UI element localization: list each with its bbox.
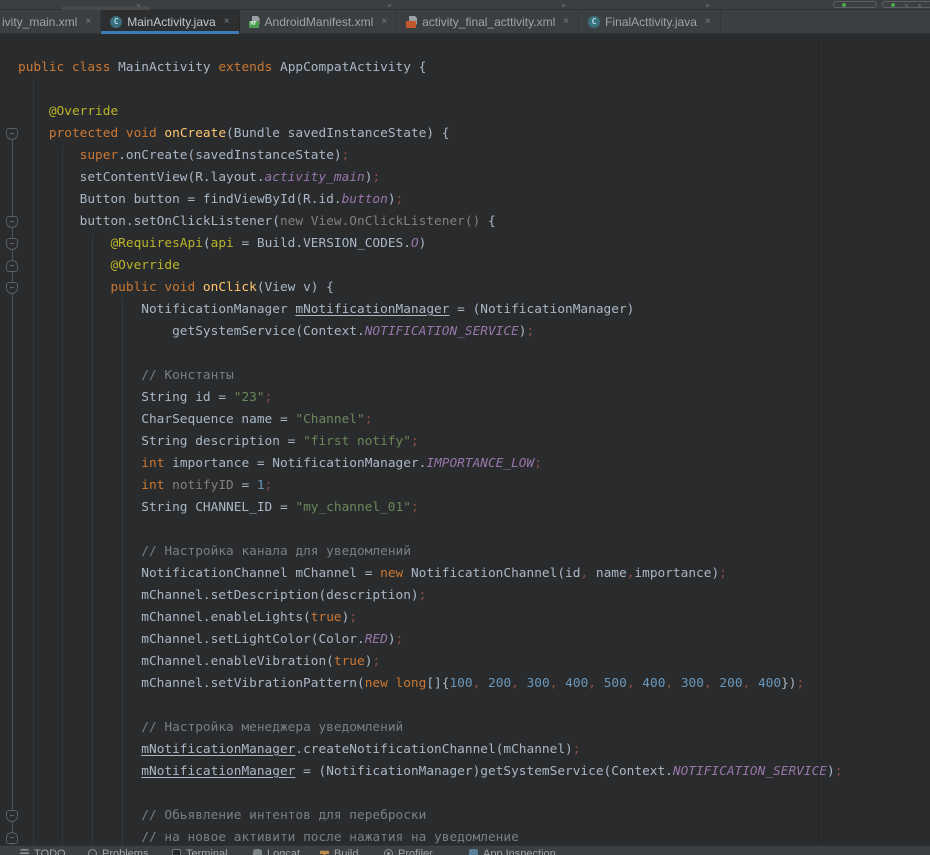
code-line: super.onCreate(savedInstanceState); (0, 145, 842, 167)
code-line: mChannel.enableLights(true); (0, 607, 842, 629)
java-class-icon: C (588, 16, 600, 28)
code-line: mChannel.setLightColor(Color.RED); (0, 629, 842, 651)
tool-window-label: Build (334, 848, 358, 855)
code-line (0, 519, 842, 541)
close-icon[interactable]: × (381, 16, 387, 27)
editor-tab-bar: ivity_main.xml × C MainActivity.java × MF Andr… (0, 10, 930, 34)
code-line: mChannel.setDescription(description); (0, 585, 842, 607)
tool-window-label: Profiler (398, 848, 433, 855)
problems-icon (88, 849, 97, 855)
tool-window-button-profiler[interactable]: Profiler (384, 848, 433, 855)
code-line: @Override (0, 255, 842, 277)
tool-window-button-problems[interactable]: Problems (88, 848, 148, 855)
tab-finalacttivity-java[interactable]: C FinalActtivity.java × (579, 10, 721, 33)
fold-marker-icon[interactable]: – (6, 216, 18, 228)
close-icon[interactable]: × (224, 16, 230, 27)
tab-mainactivity-java[interactable]: C MainActivity.java × (101, 10, 239, 33)
top-toolbar-strip (0, 0, 930, 10)
tool-window-button-logcat[interactable]: Logcat (253, 848, 300, 855)
toolbar-dot (706, 4, 709, 7)
terminal-icon (172, 849, 181, 855)
toolbar-dot (137, 4, 140, 7)
code-line: NotificationChannel mChannel = new Notif… (0, 563, 842, 585)
tool-window-label: TODO (34, 848, 66, 855)
toolbar-dot (918, 4, 921, 7)
code-line: public void onClick(View v) { (0, 277, 842, 299)
app-inspection-icon (469, 849, 478, 855)
code-line: public class MainActivity extends AppCom… (0, 57, 842, 79)
fold-marker-icon[interactable]: – (6, 832, 18, 844)
code-line (0, 343, 842, 365)
code-text: public class MainActivity extends AppCom… (0, 57, 842, 845)
code-line (0, 695, 842, 717)
toolbar-dot (388, 4, 391, 7)
java-class-icon: C (110, 16, 122, 28)
code-line: int importance = NotificationManager.IMP… (0, 453, 842, 475)
code-line: // Настройка канала для уведомлений (0, 541, 842, 563)
profiler-icon (384, 849, 393, 855)
tool-window-label: Terminal (186, 848, 228, 855)
code-line: mNotificationManager.createNotificationC… (0, 739, 842, 761)
toolbar-dot (562, 4, 565, 7)
code-line (0, 79, 842, 101)
fold-marker-icon[interactable]: – (6, 282, 18, 294)
code-line: Button button = findViewById(R.id.button… (0, 189, 842, 211)
fold-marker-icon[interactable]: – (6, 260, 18, 272)
tool-window-button-todo[interactable]: TODO (20, 848, 66, 855)
code-editor[interactable]: – – – – – – – public class MainActivity extend… (0, 34, 930, 845)
tab-activity-final-acttivity-xml[interactable]: activity_final_acttivity.xml × (397, 10, 579, 33)
code-line: // Константы (0, 365, 842, 387)
tool-window-label: App Inspection (483, 848, 556, 855)
fold-marker-icon[interactable]: – (6, 238, 18, 250)
tab-label: activity_final_acttivity.xml (422, 15, 555, 29)
code-line (0, 783, 842, 805)
tool-window-button-app-inspection[interactable]: App Inspection (469, 848, 556, 855)
run-status-icon (891, 3, 895, 7)
code-line: CharSequence name = "Channel"; (0, 409, 842, 431)
tab-label: AndroidManifest.xml (265, 15, 374, 29)
code-line: setContentView(R.layout.activity_main); (0, 167, 842, 189)
close-icon[interactable]: × (563, 16, 569, 27)
tab-label: FinalActtivity.java (605, 15, 697, 29)
fold-marker-icon[interactable]: – (6, 810, 18, 822)
tool-window-button-terminal[interactable]: Terminal (172, 848, 228, 855)
run-icon (842, 3, 846, 7)
tool-window-button-build[interactable]: Build (320, 848, 358, 855)
tool-window-bar: TODO Problems Terminal Logcat Build Profiler A… (0, 845, 930, 855)
tab-label: ivity_main.xml (2, 15, 77, 29)
fold-marker-icon[interactable]: – (6, 128, 18, 140)
tab-label: MainActivity.java (127, 15, 215, 29)
code-line: String description = "first notify"; (0, 431, 842, 453)
toolbar-dot (905, 4, 908, 7)
code-line: @Override (0, 101, 842, 123)
code-line: mChannel.enableVibration(true); (0, 651, 842, 673)
code-line: // на новое активити после нажатия на ув… (0, 827, 842, 845)
tool-window-label: Logcat (267, 848, 300, 855)
manifest-icon: MF (249, 16, 260, 28)
code-line: button.setOnClickListener(new View.OnCli… (0, 211, 842, 233)
code-line: NotificationManager mNotificationManager… (0, 299, 842, 321)
tab-ivity-main-xml[interactable]: ivity_main.xml × (0, 10, 101, 33)
code-line: mNotificationManager = (NotificationMana… (0, 761, 842, 783)
code-line: // Настройка менеджера уведомлений (0, 717, 842, 739)
logcat-icon (253, 849, 262, 855)
code-line: getSystemService(Context.NOTIFICATION_SE… (0, 321, 842, 343)
code-line: int notifyID = 1; (0, 475, 842, 497)
code-line: // Обьявление интентов для переброски (0, 805, 842, 827)
code-line: String CHANNEL_ID = "my_channel_01"; (0, 497, 842, 519)
tool-window-label: Problems (102, 848, 148, 855)
code-line: String id = "23"; (0, 387, 842, 409)
tab-androidmanifest-xml[interactable]: MF AndroidManifest.xml × (240, 10, 398, 33)
todo-icon (20, 849, 29, 855)
code-line: protected void onCreate(Bundle savedInst… (0, 123, 842, 145)
code-line: @RequiresApi(api = Build.VERSION_CODES.O… (0, 233, 842, 255)
code-line: mChannel.setVibrationPattern(new long[]{… (0, 673, 842, 695)
close-icon[interactable]: × (85, 16, 91, 27)
run-config-button[interactable] (833, 1, 877, 8)
layout-xml-icon (406, 16, 417, 28)
close-icon[interactable]: × (705, 16, 711, 27)
build-icon (320, 849, 329, 855)
